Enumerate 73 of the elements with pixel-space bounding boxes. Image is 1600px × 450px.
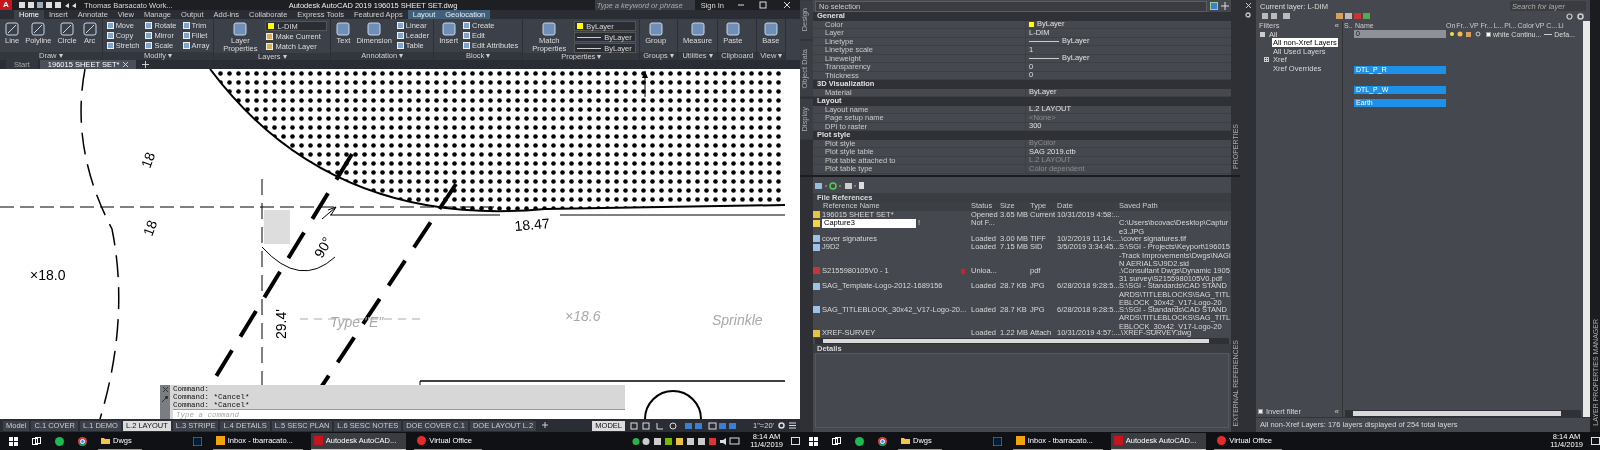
color-swatch-icon	[577, 23, 584, 29]
notification-icon[interactable]	[791, 436, 800, 446]
color-swatch-icon	[1486, 31, 1491, 37]
app-icon	[313, 436, 323, 445]
folder-icon	[901, 436, 910, 445]
expander-icon[interactable]	[1260, 31, 1265, 37]
tool-icon	[233, 22, 248, 36]
menu-icon[interactable]	[789, 422, 796, 429]
drawing-label: 29.4'	[273, 309, 289, 339]
drawing-label: Sprinkle	[712, 312, 763, 328]
drawing-label: ×18.0	[30, 267, 66, 283]
drawing-label: 18	[137, 149, 159, 171]
add-icon[interactable]	[542, 422, 549, 428]
tool-icon	[648, 22, 663, 36]
tool-icon	[690, 22, 705, 36]
line-sample-icon	[1544, 32, 1553, 36]
app-icon	[215, 436, 225, 445]
app-icon	[878, 436, 887, 446]
select-objects-icon[interactable]	[1221, 2, 1229, 10]
tool-icon	[725, 22, 740, 36]
tool-icon	[5, 22, 20, 36]
drawing-label: 18	[139, 217, 161, 239]
app-logo[interactable]: A	[0, 0, 12, 10]
tool-icon	[60, 22, 75, 36]
wrench-icon[interactable]	[162, 396, 168, 402]
app-icon	[55, 436, 64, 446]
layer-state-icons-drawing	[1449, 31, 1483, 37]
add-icon[interactable]	[142, 61, 150, 68]
line-sample-icon	[1029, 39, 1059, 43]
tool-icon	[367, 22, 382, 36]
tool-icon	[441, 22, 456, 36]
app-icon	[1113, 436, 1123, 445]
xref-toolbar-drawing	[815, 182, 865, 190]
quick-access-toolbar-drawing	[18, 1, 78, 9]
line-sample-icon	[577, 35, 602, 39]
app-icon	[192, 436, 202, 446]
horizontal-scrollbar[interactable]	[1345, 410, 1581, 417]
gear-icon[interactable]	[1245, 12, 1251, 18]
drawing-label: Type "E"	[330, 314, 384, 330]
tool-icon	[336, 22, 351, 36]
collapse-button[interactable]: «	[1334, 21, 1339, 30]
app-icon	[855, 436, 864, 446]
drawing-label: ×18.6	[565, 308, 601, 324]
color-swatch-icon	[1029, 21, 1034, 27]
app-icon	[1015, 436, 1025, 445]
collapse-button[interactable]: «	[1334, 406, 1342, 416]
expander-icon[interactable]	[1264, 57, 1269, 63]
filter-toolbar-drawing	[1262, 13, 1292, 20]
tool-icon	[542, 22, 557, 36]
windows-logo-icon	[809, 436, 818, 446]
drawing-label: 18.47	[513, 215, 551, 234]
notification-icon[interactable]	[1591, 436, 1600, 446]
app-icon	[992, 436, 1002, 446]
settings-icon[interactable]	[1577, 13, 1584, 20]
task-view-icon	[32, 436, 41, 446]
windows-logo-icon	[9, 436, 18, 446]
app-icon	[417, 436, 427, 445]
tool-icon	[31, 22, 46, 36]
task-view-icon	[832, 436, 841, 446]
horizontal-scrollbar[interactable]	[815, 337, 1229, 344]
line-sample-icon	[577, 46, 602, 50]
gear-icon[interactable]	[778, 422, 785, 429]
drawing-label: 90°	[310, 234, 336, 261]
layer-toolbar-drawing	[1336, 13, 1372, 20]
app-icon	[1217, 436, 1227, 445]
line-sample-icon	[1029, 56, 1059, 60]
color-swatch-icon	[268, 23, 275, 29]
folder-icon	[101, 436, 110, 445]
vertical-scrollbar[interactable]	[1583, 21, 1590, 417]
tool-icon	[82, 22, 97, 36]
app-icon	[78, 436, 87, 446]
tool-icon	[763, 22, 778, 36]
checkbox[interactable]	[1258, 408, 1263, 414]
